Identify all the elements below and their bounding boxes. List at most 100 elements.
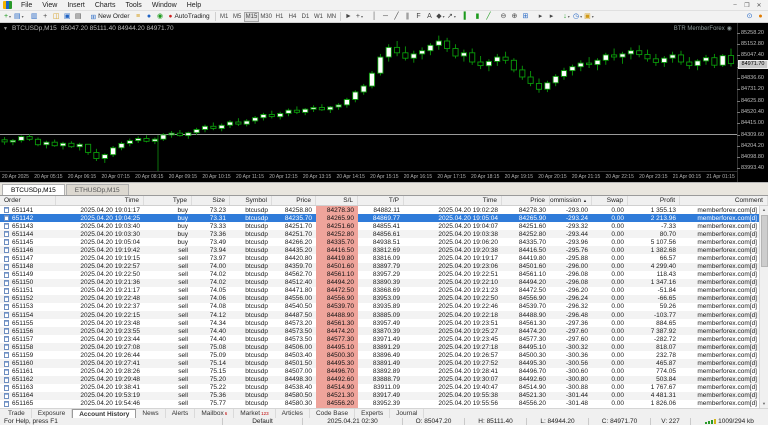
- toolbox-tab-journal[interactable]: Journal: [390, 409, 424, 418]
- menu-item-file[interactable]: File: [16, 2, 37, 9]
- column-header-time[interactable]: Time: [56, 196, 144, 205]
- table-row[interactable]: 6511502025.04.20 19:21:36sell74.02btcusd…: [0, 279, 768, 287]
- crosshair-icon[interactable]: +: [354, 12, 365, 22]
- chart-tab-ethusdp-m15[interactable]: ETHUSDp,M15: [66, 184, 129, 195]
- table-row[interactable]: 6511492025.04.20 19:22:50sell74.02btcusd…: [0, 271, 768, 279]
- table-row[interactable]: 6511522025.04.20 19:22:48sell74.06btcusd…: [0, 295, 768, 303]
- channel-icon[interactable]: ∥: [402, 12, 413, 22]
- scroll-down-icon[interactable]: ▼: [760, 400, 768, 408]
- chart-tab-btcusdp-m15[interactable]: BTCUSDp,M15: [2, 184, 65, 195]
- auto-scroll-icon[interactable]: +: [40, 12, 51, 22]
- menu-item-view[interactable]: View: [37, 2, 62, 9]
- column-header-price[interactable]: Price: [272, 196, 316, 205]
- fibonacci-icon[interactable]: F: [413, 12, 424, 22]
- table-row[interactable]: 6511512025.04.20 19:21:17sell74.05btcusd…: [0, 287, 768, 295]
- table-row[interactable]: 6511562025.04.20 19:23:55sell74.40btcusd…: [0, 327, 768, 335]
- timeframe-button-m30[interactable]: M30: [259, 12, 273, 22]
- toolbox-tab-news[interactable]: News: [136, 409, 165, 418]
- table-row[interactable]: 6511532025.04.20 19:22:37sell74.08btcusd…: [0, 303, 768, 311]
- timeframe-button-m15[interactable]: M15: [244, 12, 260, 22]
- column-header-comment[interactable]: Comment: [680, 196, 768, 205]
- minimize-button[interactable]: –: [729, 2, 741, 8]
- column-header-order[interactable]: Order: [0, 196, 56, 205]
- table-row[interactable]: 6511432025.04.20 19:03:40buy73.33btcusdp…: [0, 222, 768, 230]
- line-chart-icon[interactable]: ╱: [483, 12, 494, 22]
- table-row[interactable]: 6511652025.04.20 19:54:46sell75.77btcusd…: [0, 400, 768, 408]
- table-row[interactable]: 6511572025.04.20 19:23:44sell74.40btcusd…: [0, 335, 768, 343]
- timeframe-button-d1[interactable]: D1: [299, 12, 312, 22]
- periods-icon[interactable]: ◷: [572, 12, 583, 22]
- column-header-swap[interactable]: Swap: [592, 196, 628, 205]
- table-row[interactable]: 6511612025.04.20 19:28:26sell75.15btcusd…: [0, 368, 768, 376]
- column-header-time[interactable]: Time: [404, 196, 502, 205]
- templates-icon[interactable]: ▣: [583, 12, 595, 22]
- chart-shift-icon[interactable]: ▥: [29, 12, 40, 22]
- table-row[interactable]: 6511472025.04.20 19:19:15sell73.97btcusd…: [0, 254, 768, 262]
- step-forward-icon[interactable]: ▸: [546, 12, 557, 22]
- close-button[interactable]: ✕: [753, 2, 765, 9]
- toolbox-tab-exposure[interactable]: Exposure: [32, 409, 72, 418]
- menu-item-window[interactable]: Window: [147, 2, 182, 9]
- table-row[interactable]: 6511582025.04.20 19:27:08sell75.08btcusd…: [0, 343, 768, 351]
- column-header-price[interactable]: Price: [502, 196, 550, 205]
- table-row[interactable]: 6511422025.04.20 19:04:25buy73.31btcusdp…: [0, 214, 768, 222]
- docking-icon[interactable]: ▣: [62, 12, 73, 22]
- restore-button[interactable]: ❐: [741, 2, 753, 9]
- arrows-icon[interactable]: ↗: [446, 12, 457, 22]
- toolbox-tab-alerts[interactable]: Alerts: [166, 409, 196, 418]
- trendline-icon[interactable]: ╱: [391, 12, 402, 22]
- text-icon[interactable]: A: [424, 12, 435, 22]
- table-row[interactable]: 6511452025.04.20 19:05:04buy73.49btcusdp…: [0, 238, 768, 246]
- toolbox-tab-mailbox[interactable]: Mailbox6: [195, 409, 234, 418]
- zoom-in-icon[interactable]: ⊕: [509, 12, 520, 22]
- cursor-icon[interactable]: ►: [343, 12, 354, 22]
- scroll-up-icon[interactable]: ▲: [760, 206, 768, 214]
- toolbox-tab-account-history[interactable]: Account History: [72, 409, 136, 418]
- column-header-type[interactable]: Type: [144, 196, 192, 205]
- timeframe-button-m1[interactable]: M1: [218, 12, 231, 22]
- table-row[interactable]: 6511642025.04.20 19:53:19sell75.36btcusd…: [0, 392, 768, 400]
- table-scrollbar[interactable]: ▲ ▼: [759, 206, 768, 408]
- table-row[interactable]: 6511592025.04.20 19:26:44sell75.09btcusd…: [0, 351, 768, 359]
- toolbox-tab-trade[interactable]: Trade: [2, 409, 32, 418]
- new-chart-icon[interactable]: +: [2, 12, 13, 22]
- toolbox-tab-experts[interactable]: Experts: [355, 409, 390, 418]
- table-row[interactable]: 6511482025.04.20 19:22:57sell74.00btcusd…: [0, 263, 768, 271]
- menu-item-help[interactable]: Help: [182, 2, 206, 9]
- column-header-profit[interactable]: Profit: [628, 196, 680, 205]
- objects-folder-icon[interactable]: ◫: [51, 12, 62, 22]
- search-icon[interactable]: ⊙: [744, 12, 755, 22]
- timeframe-button-w1[interactable]: W1: [312, 12, 325, 22]
- toolbox-tab-code-base[interactable]: Code Base: [310, 409, 355, 418]
- shapes-icon[interactable]: ◆: [435, 12, 446, 22]
- add-indicator-icon[interactable]: ↓: [561, 12, 572, 22]
- autotrading-button[interactable]: ● AutoTrading: [166, 12, 213, 22]
- toolbox-tab-market[interactable]: Market123: [234, 409, 275, 418]
- person-icon[interactable]: ●: [144, 12, 155, 22]
- depth-of-market-icon[interactable]: ≡: [133, 12, 144, 22]
- timeframe-button-h1[interactable]: H1: [273, 12, 286, 22]
- table-row[interactable]: 6511632025.04.20 19:38:41sell75.22btcusd…: [0, 384, 768, 392]
- horizontal-line-icon[interactable]: ─: [380, 12, 391, 22]
- column-header-commission[interactable]: Commission▲: [550, 196, 592, 205]
- profile-indicator[interactable]: Default: [222, 418, 302, 425]
- table-row[interactable]: 6511622025.04.20 19:29:48sell75.20btcusd…: [0, 376, 768, 384]
- column-header-size[interactable]: Size: [192, 196, 230, 205]
- table-row[interactable]: 6511552025.04.20 19:23:48sell74.34btcusd…: [0, 319, 768, 327]
- column-header-symbol[interactable]: Symbol: [230, 196, 272, 205]
- table-row[interactable]: 6511442025.04.20 19:03:30buy73.36btcusdp…: [0, 230, 768, 238]
- community-icon[interactable]: ◉: [155, 12, 166, 22]
- tile-windows-icon[interactable]: ⊞: [520, 12, 531, 22]
- one-click-trading-arrow-icon[interactable]: ▼: [3, 26, 8, 32]
- new-order-button[interactable]: ⊞ New Order: [88, 12, 133, 22]
- scrollbar-thumb[interactable]: [761, 215, 768, 267]
- timeframe-button-mn[interactable]: MN: [325, 12, 338, 22]
- bars-chart-icon[interactable]: ▍: [461, 12, 472, 22]
- menu-item-tools[interactable]: Tools: [120, 2, 146, 9]
- notifications-icon[interactable]: ●: [755, 12, 766, 22]
- candles-chart-icon[interactable]: ▮: [472, 12, 483, 22]
- toolbox-tab-articles[interactable]: Articles: [276, 409, 310, 418]
- zoom-out-icon[interactable]: ⊖: [498, 12, 509, 22]
- popup-prices-icon[interactable]: ▤: [73, 12, 84, 22]
- column-header-t-p[interactable]: T/P: [358, 196, 404, 205]
